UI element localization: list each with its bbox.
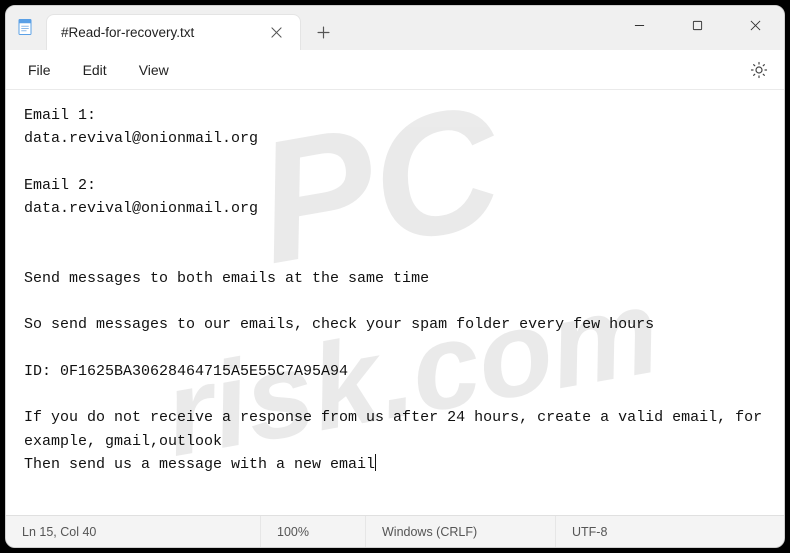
settings-button[interactable] bbox=[742, 53, 776, 87]
plus-icon bbox=[317, 26, 330, 39]
notepad-icon bbox=[16, 18, 34, 36]
text-editor[interactable]: Email 1: data.revival@onionmail.org Emai… bbox=[6, 90, 784, 515]
tab-strip: #Read-for-recovery.txt bbox=[40, 6, 610, 50]
status-zoom[interactable]: 100% bbox=[261, 516, 366, 547]
gear-icon bbox=[750, 61, 768, 79]
menu-edit[interactable]: Edit bbox=[69, 56, 121, 84]
window-controls bbox=[610, 6, 784, 50]
statusbar: Ln 15, Col 40 100% Windows (CRLF) UTF-8 bbox=[6, 515, 784, 547]
tab-title: #Read-for-recovery.txt bbox=[61, 25, 262, 40]
close-icon bbox=[271, 27, 282, 38]
menu-view[interactable]: View bbox=[125, 56, 183, 84]
new-tab-button[interactable] bbox=[305, 14, 341, 50]
close-icon bbox=[750, 20, 761, 31]
menubar: File Edit View bbox=[6, 50, 784, 90]
minimize-button[interactable] bbox=[610, 6, 668, 44]
document-text: Email 1: data.revival@onionmail.org Emai… bbox=[24, 107, 771, 473]
maximize-button[interactable] bbox=[668, 6, 726, 44]
status-eol[interactable]: Windows (CRLF) bbox=[366, 516, 556, 547]
close-tab-button[interactable] bbox=[262, 19, 290, 47]
close-window-button[interactable] bbox=[726, 6, 784, 44]
status-position[interactable]: Ln 15, Col 40 bbox=[6, 516, 261, 547]
tab-active[interactable]: #Read-for-recovery.txt bbox=[46, 14, 301, 50]
menu-file[interactable]: File bbox=[14, 56, 65, 84]
status-encoding[interactable]: UTF-8 bbox=[556, 516, 676, 547]
text-caret bbox=[375, 454, 376, 471]
minimize-icon bbox=[634, 20, 645, 31]
notepad-window: #Read-for-recovery.txt bbox=[5, 5, 785, 548]
titlebar: #Read-for-recovery.txt bbox=[6, 6, 784, 50]
maximize-icon bbox=[692, 20, 703, 31]
